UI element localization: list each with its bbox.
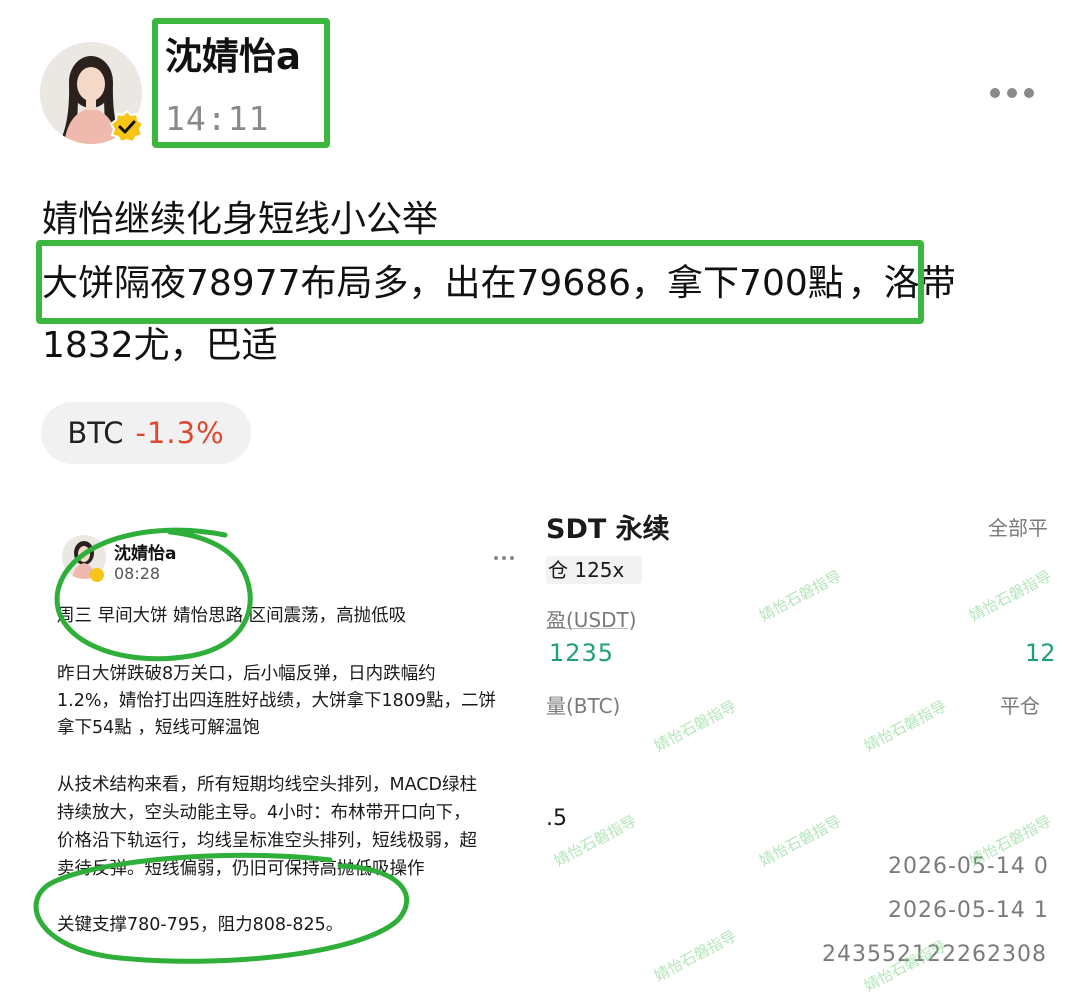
trade-margin-value: 1235 xyxy=(549,639,615,667)
trade-qty-label: 量(BTC) xyxy=(546,694,621,718)
embedded-time: 08:28 xyxy=(114,564,161,583)
ticker-symbol: BTC xyxy=(67,416,124,450)
embedded-line: 从技术结构来看，所有短期均线空头排列，MACD绿柱 xyxy=(57,775,477,795)
embedded-line: 关键支撑780-795，阻力808-825。 xyxy=(57,915,344,935)
ticker-change: -1.3% xyxy=(135,416,225,450)
verified-badge-icon xyxy=(109,109,145,144)
embedded-line: 价格沿下轨运行，均线呈标准空头排列，短线极弱，超 xyxy=(57,831,477,851)
post-line-1: 婧怡继续化身短线小公举 xyxy=(42,199,439,240)
watermark: 婧怡石磐指导 xyxy=(861,696,950,756)
text-highlight-box xyxy=(36,240,924,324)
embedded-line: 昨日大饼跌破8万关口，后小幅反弹，日内跌幅约 xyxy=(57,664,436,684)
embedded-author: 沈婧怡a xyxy=(114,544,177,564)
trade-date-2: 2026-05-14 1 xyxy=(888,898,1049,923)
trade-margin-underline xyxy=(546,628,628,629)
embedded-line: 1.2%，婧怡打出四连胜好战绩，大饼拿下1809點，二饼 xyxy=(57,691,496,711)
embedded-line: 拿下54點 ，短线可解温饱 xyxy=(57,718,260,738)
watermark: 婧怡石磐指导 xyxy=(756,566,845,626)
trade-partial-value: .5 xyxy=(546,806,567,831)
embedded-line: 周三 早间大饼 婧怡思路 区间震荡，高抛低吸 xyxy=(57,606,407,626)
trade-right-value: 12 xyxy=(1025,639,1056,667)
trade-leverage: 仓 125x xyxy=(546,556,642,584)
embedded-verified-icon xyxy=(90,568,104,582)
author-highlight-box xyxy=(152,18,330,148)
watermark: 婧怡石磐指导 xyxy=(966,566,1055,626)
embedded-more-icon xyxy=(494,556,514,560)
watermark: 婧怡石磐指导 xyxy=(651,926,740,986)
more-dots-icon[interactable] xyxy=(990,80,1042,106)
embedded-line: 持续放大，空头动能主导。4小时：布林带开口向下， xyxy=(57,803,471,823)
ticker-chip[interactable]: BTC -1.3% xyxy=(41,402,251,464)
trade-close-label: 平仓 xyxy=(1000,694,1040,718)
watermark: 婧怡石磐指导 xyxy=(651,696,740,756)
hand-drawn-circles xyxy=(33,527,410,964)
embedded-line: 卖待反弹。短线偏弱，仍旧可保持高抛低吸操作 xyxy=(57,859,425,879)
trade-all-label: 全部平 xyxy=(988,516,1048,540)
trade-title: SDT 永续 xyxy=(546,514,670,545)
watermark: 婧怡石磐指导 xyxy=(756,811,845,871)
post-line-3: 1832尤，巴适 xyxy=(42,325,278,366)
